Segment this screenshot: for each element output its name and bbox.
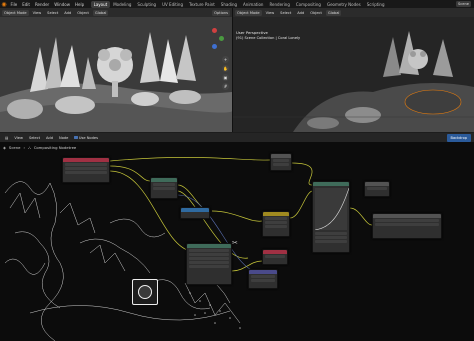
menu-help[interactable]: Help [72, 2, 86, 7]
camera-preview-icon [132, 279, 158, 305]
menu-object[interactable]: Object [308, 10, 324, 16]
node-color-c[interactable] [262, 249, 288, 265]
tab-rendering[interactable]: Rendering [266, 1, 292, 8]
curve-line [315, 188, 349, 230]
gizmo-z-icon[interactable] [212, 44, 217, 49]
top-bar: ◉ File Edit Render Window Help Layout Mo… [0, 0, 474, 8]
mode-selector[interactable]: Object Mode [2, 9, 29, 16]
grid-icon[interactable]: # [222, 83, 229, 90]
node-color-b[interactable] [262, 211, 290, 237]
gizmo-x-icon[interactable] [212, 28, 217, 33]
blender-logo-icon[interactable]: ◉ [0, 0, 8, 8]
menu-file[interactable]: File [8, 2, 20, 7]
viewport-right[interactable]: Object Mode View Select Add Object Globa… [233, 8, 474, 132]
pan-hand-icon[interactable]: ✋ [222, 65, 229, 72]
node-color-a[interactable] [150, 177, 178, 199]
viewport-right-scene [233, 31, 474, 132]
workspace-tabs: Layout Modeling Sculpting UV Editing Tex… [90, 0, 388, 8]
menu-add[interactable]: Add [295, 10, 306, 16]
node-converter[interactable] [180, 207, 210, 219]
orientation-selector[interactable]: Global [325, 9, 342, 16]
gizmo-y-icon[interactable] [219, 36, 224, 41]
viewport-left-header: Object Mode View Select Add Object Globa… [0, 8, 232, 17]
node-curves[interactable] [312, 181, 350, 253]
svg-text:✂: ✂ [232, 239, 238, 247]
tab-shading[interactable]: Shading [218, 1, 240, 8]
scene-selector[interactable]: Scene [456, 1, 471, 7]
tab-scripting[interactable]: Scripting [364, 1, 388, 8]
tab-animation[interactable]: Animation [240, 1, 266, 8]
node-composite[interactable] [270, 153, 292, 171]
node-file-output[interactable] [372, 213, 442, 239]
tab-compositing[interactable]: Compositing [293, 1, 324, 8]
mode-selector[interactable]: Object Mode [235, 9, 262, 16]
main-menu: File Edit Render Window Help [8, 2, 87, 7]
options-button[interactable]: Options [212, 9, 230, 16]
camera-icon[interactable]: ▣ [222, 74, 229, 81]
menu-view[interactable]: View [264, 10, 277, 16]
zoom-icon[interactable]: + [222, 56, 229, 63]
tab-modeling[interactable]: Modeling [110, 1, 134, 8]
tab-layout[interactable]: Layout [90, 0, 111, 8]
compositor-node-editor[interactable]: ▤ View Select Add Node Use Nodes Backdro… [0, 133, 474, 341]
node-viewer[interactable] [364, 181, 390, 197]
menu-window[interactable]: Window [52, 2, 73, 7]
menu-object[interactable]: Object [75, 10, 91, 16]
orientation-selector[interactable]: Global [92, 9, 109, 16]
tab-uv-editing[interactable]: UV Editing [159, 1, 186, 8]
tab-texture-paint[interactable]: Texture Paint [186, 1, 218, 8]
menu-add[interactable]: Add [62, 10, 73, 16]
menu-edit[interactable]: Edit [20, 2, 33, 7]
node-render-layers[interactable] [62, 157, 110, 183]
menu-render[interactable]: Render [32, 2, 51, 7]
menu-view[interactable]: View [31, 10, 44, 16]
menu-select[interactable]: Select [45, 10, 60, 16]
tab-sculpting[interactable]: Sculpting [134, 1, 159, 8]
viewport-right-header: Object Mode View Select Add Object Globa… [233, 8, 474, 17]
node-mix[interactable] [186, 243, 232, 285]
tab-geometry-nodes[interactable]: Geometry Nodes [324, 1, 364, 8]
menu-select[interactable]: Select [278, 10, 293, 16]
curve-graph[interactable] [315, 188, 349, 230]
viewport-left[interactable]: Object Mode View Select Add Object Globa… [0, 8, 232, 132]
node-filter[interactable] [248, 269, 278, 289]
viewport-left-scene [0, 17, 232, 132]
